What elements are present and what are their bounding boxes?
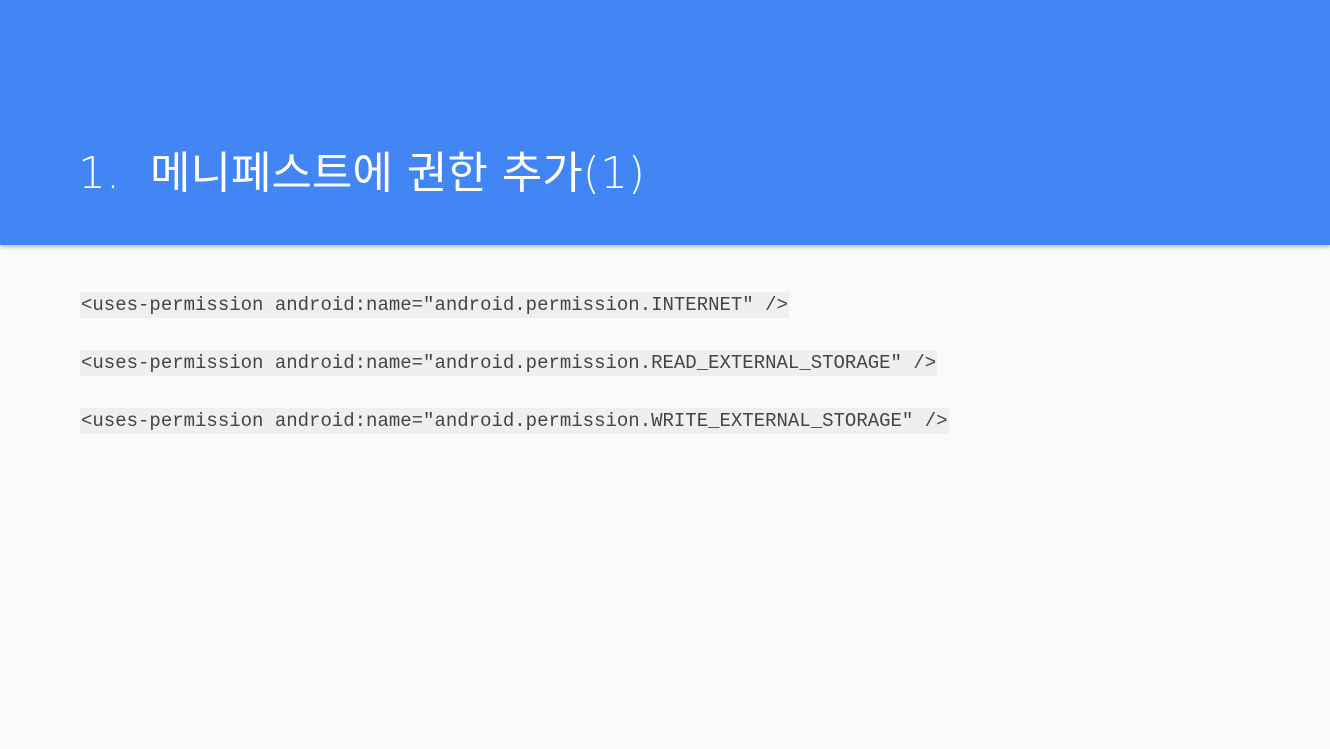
code-row-read-storage: <uses-permission android:name="android.p…	[80, 350, 949, 376]
code-block: <uses-permission android:name="android.p…	[80, 292, 949, 466]
title-text: 메니페스트에 권한 추가(1)	[150, 148, 646, 199]
code-row-internet: <uses-permission android:name="android.p…	[80, 292, 949, 318]
slide-title: 1. 메니페스트에 권한 추가(1)	[78, 148, 645, 201]
slide: 1. 메니페스트에 권한 추가(1) <uses-permission andr…	[0, 0, 1330, 749]
code-line: <uses-permission android:name="android.p…	[80, 292, 789, 318]
code-line: <uses-permission android:name="android.p…	[80, 350, 938, 376]
code-line: <uses-permission android:name="android.p…	[80, 408, 949, 434]
title-bar: 1. 메니페스트에 권한 추가(1)	[0, 0, 1330, 245]
title-number: 1.	[78, 148, 120, 199]
code-row-write-storage: <uses-permission android:name="android.p…	[80, 408, 949, 434]
